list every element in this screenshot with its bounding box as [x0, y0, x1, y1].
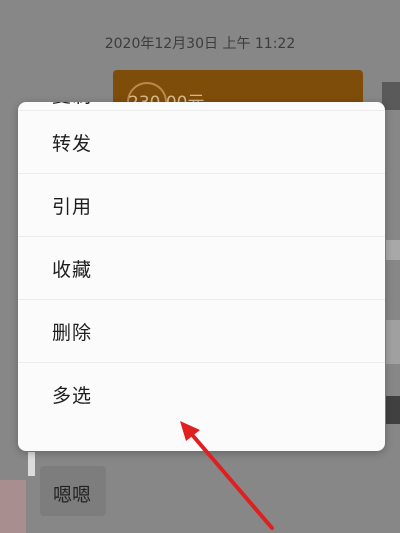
menu-item-copy[interactable]: 复制 — [18, 102, 385, 111]
menu-item-label: 引用 — [52, 195, 93, 218]
menu-item-favorite[interactable]: 收藏 — [18, 237, 385, 300]
menu-item-quote[interactable]: 引用 — [18, 174, 385, 237]
menu-item-label: 复制 — [52, 102, 92, 110]
right-edge-fragment — [386, 320, 400, 364]
right-edge-fragment — [386, 396, 400, 424]
menu-item-delete[interactable]: 删除 — [18, 300, 385, 363]
right-edge-fragment — [386, 240, 400, 260]
chat-bubble-text: 嗯嗯 — [53, 484, 92, 506]
menu-item-label: 删除 — [52, 321, 93, 344]
menu-item-label: 转发 — [52, 132, 93, 155]
chat-bubble: 嗯嗯 — [40, 466, 106, 516]
menu-item-forward[interactable]: 转发 — [18, 111, 385, 174]
message-timestamp: 2020年12月30日 上午 11:22 — [104, 36, 296, 52]
menu-item-label: 收藏 — [52, 258, 93, 281]
message-context-menu: 复制 转发 引用 收藏 删除 多选 — [18, 102, 385, 451]
left-edge-fragment — [28, 452, 35, 476]
menu-item-multi-select[interactable]: 多选 — [18, 363, 385, 426]
left-avatar — [0, 480, 26, 533]
menu-item-label: 多选 — [52, 385, 93, 407]
